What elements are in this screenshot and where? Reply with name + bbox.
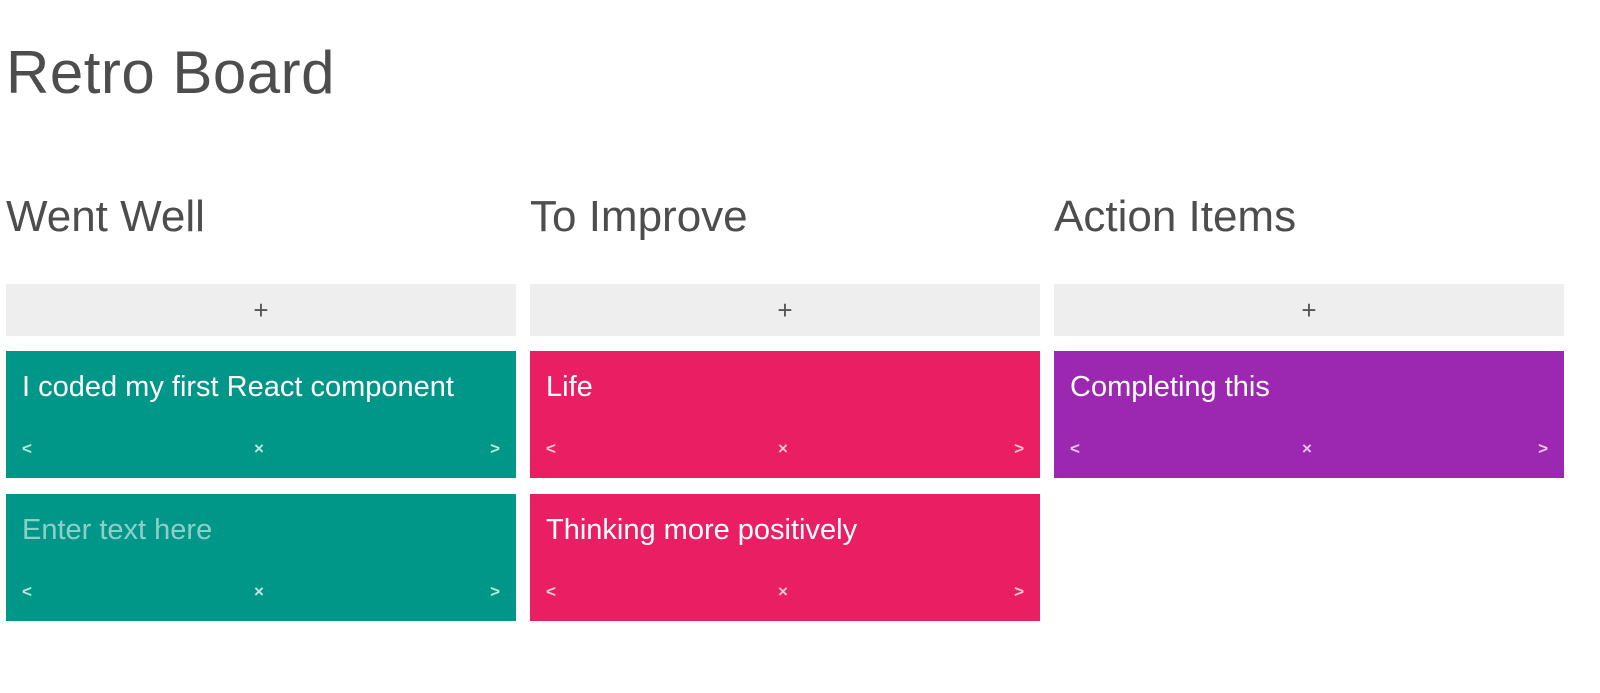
delete-icon[interactable]: ×	[254, 581, 264, 603]
card-controls: < × >	[6, 438, 516, 460]
add-card-button[interactable]: +	[530, 284, 1040, 336]
add-card-button[interactable]: +	[6, 284, 516, 336]
card: Life < × >	[530, 351, 1040, 478]
card-text[interactable]: Life	[546, 369, 1024, 405]
delete-icon[interactable]: ×	[254, 438, 264, 460]
delete-icon[interactable]: ×	[778, 438, 788, 460]
move-left-icon[interactable]: <	[546, 438, 556, 460]
card-text[interactable]: Completing this	[1070, 369, 1548, 405]
card-text[interactable]: I coded my first React component	[22, 369, 500, 405]
move-right-icon[interactable]: >	[490, 581, 500, 603]
delete-icon[interactable]: ×	[1302, 438, 1312, 460]
move-left-icon[interactable]: <	[546, 581, 556, 603]
card-controls: < × >	[1054, 438, 1564, 460]
delete-icon[interactable]: ×	[778, 581, 788, 603]
move-right-icon[interactable]: >	[1538, 438, 1548, 460]
move-right-icon[interactable]: >	[1014, 581, 1024, 603]
move-left-icon[interactable]: <	[1070, 438, 1080, 460]
add-card-button[interactable]: +	[1054, 284, 1564, 336]
move-right-icon[interactable]: >	[490, 438, 500, 460]
card: I coded my first React component < × >	[6, 351, 516, 478]
column-title: Went Well	[6, 192, 205, 241]
column-title: Action Items	[1054, 192, 1297, 241]
page-title: Retro Board	[6, 39, 335, 106]
card-text[interactable]: Thinking more positively	[546, 512, 1024, 548]
move-left-icon[interactable]: <	[22, 581, 32, 603]
column-title: To Improve	[530, 192, 748, 241]
card-controls: < × >	[6, 581, 516, 603]
new-card-input[interactable]	[22, 512, 500, 548]
new-card: < × >	[6, 494, 516, 621]
move-right-icon[interactable]: >	[1014, 438, 1024, 460]
card: Completing this < × >	[1054, 351, 1564, 478]
card-controls: < × >	[530, 581, 1040, 603]
card: Thinking more positively < × >	[530, 494, 1040, 621]
card-controls: < × >	[530, 438, 1040, 460]
move-left-icon[interactable]: <	[22, 438, 32, 460]
